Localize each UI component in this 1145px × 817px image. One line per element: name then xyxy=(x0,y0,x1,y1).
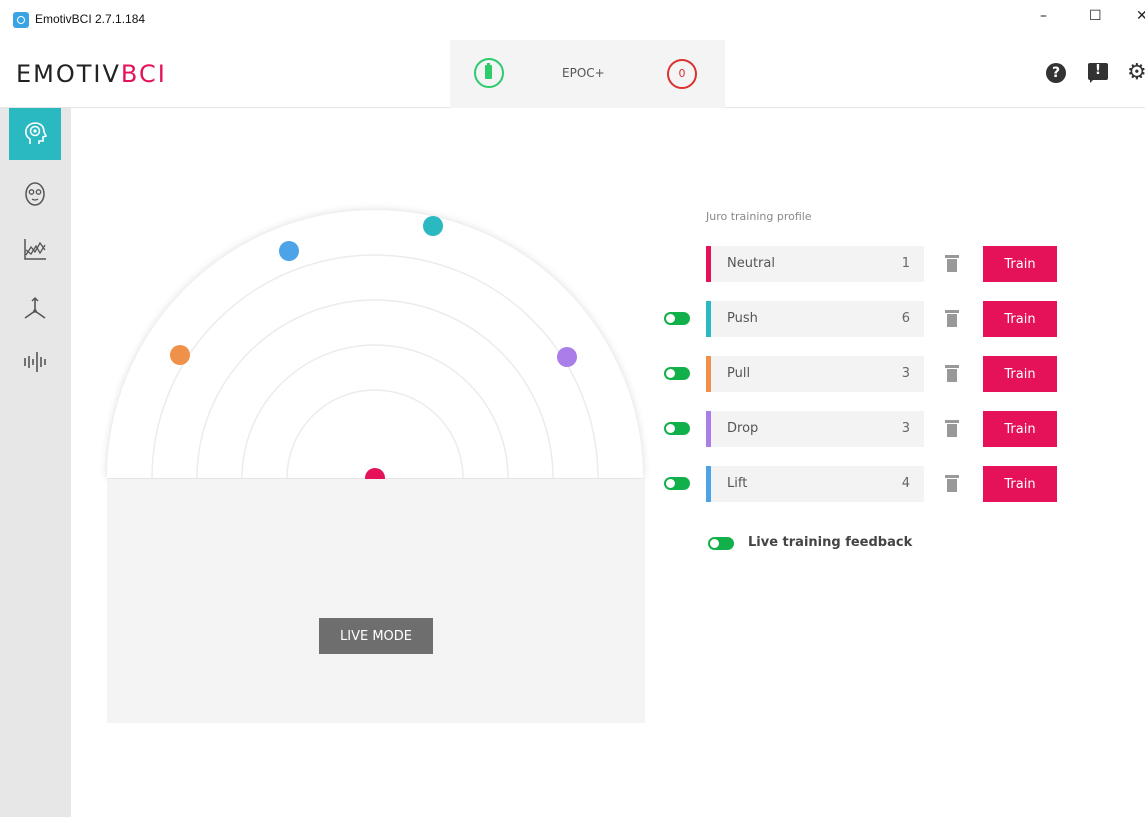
live-feedback-row: Live training feedback xyxy=(708,534,1008,554)
app-header: EMOTIVBCI EPOC+ 0 ? ⚙ xyxy=(0,40,1145,108)
sidebar xyxy=(0,108,71,817)
facial-expressions-icon xyxy=(25,182,45,206)
train-button-lift[interactable]: Train xyxy=(983,466,1057,502)
command-row-neutral: Neutral 1 Train xyxy=(660,246,1060,282)
command-row-pull: Pull 3 Train xyxy=(660,356,1060,392)
title-bar: EmotivBCI 2.7.1.184 – ☐ ✕ xyxy=(0,0,1145,40)
command-box: Push 6 xyxy=(706,301,924,337)
command-name: Neutral xyxy=(727,256,775,271)
window-title: EmotivBCI 2.7.1.184 xyxy=(35,12,146,26)
train-button-drop[interactable]: Train xyxy=(983,411,1057,447)
close-button[interactable]: ✕ xyxy=(1136,8,1145,24)
sidebar-item-motion-sensors[interactable] xyxy=(9,283,61,335)
live-mode-button[interactable]: LIVE MODE xyxy=(319,618,433,654)
train-button-neutral[interactable]: Train xyxy=(983,246,1057,282)
drop-toggle[interactable] xyxy=(664,422,690,435)
trash-icon[interactable] xyxy=(945,365,959,383)
sidebar-item-mental-commands[interactable] xyxy=(9,108,61,160)
mental-command-dial xyxy=(107,210,643,488)
lift-toggle[interactable] xyxy=(664,477,690,490)
sidebar-item-facial-expressions[interactable] xyxy=(9,168,61,220)
dial-base-edge xyxy=(107,479,645,491)
trash-icon[interactable] xyxy=(945,475,959,493)
emotiv-logo: EMOTIVBCI xyxy=(16,60,167,88)
device-panel[interactable]: EPOC+ 0 xyxy=(450,40,725,108)
lift-marker xyxy=(279,241,299,261)
train-button-pull[interactable]: Train xyxy=(983,356,1057,392)
motion-sensors-icon xyxy=(24,296,46,319)
command-count: 3 xyxy=(901,366,910,381)
command-box: Pull 3 xyxy=(706,356,924,392)
push-marker xyxy=(423,216,443,236)
trash-icon[interactable] xyxy=(945,420,959,438)
dial-background xyxy=(107,210,643,478)
trash-icon[interactable] xyxy=(945,310,959,328)
command-name: Drop xyxy=(727,421,759,436)
drop-marker xyxy=(557,347,577,367)
pull-toggle[interactable] xyxy=(664,367,690,380)
command-name: Pull xyxy=(727,366,751,381)
minimize-button[interactable]: – xyxy=(1040,8,1047,24)
maximize-button[interactable]: ☐ xyxy=(1089,8,1102,24)
device-name: EPOC+ xyxy=(562,66,605,80)
performance-metrics-icon xyxy=(24,239,46,260)
feedback-icon[interactable] xyxy=(1088,63,1108,83)
command-count: 3 xyxy=(901,421,910,436)
command-row-drop: Drop 3 Train xyxy=(660,411,1060,447)
live-mode-panel: LIVE MODE xyxy=(107,478,645,723)
live-feedback-label: Live training feedback xyxy=(748,535,913,550)
command-box: Neutral 1 xyxy=(706,246,924,282)
command-count: 6 xyxy=(901,311,910,326)
mental-commands-icon xyxy=(25,122,48,144)
command-row-push: Push 6 Train xyxy=(660,301,1060,337)
command-count: 4 xyxy=(901,476,910,491)
command-name: Lift xyxy=(727,476,748,491)
battery-icon xyxy=(474,58,504,88)
raw-eeg-icon xyxy=(24,352,46,372)
command-row-lift: Lift 4 Train xyxy=(660,466,1060,502)
pull-marker xyxy=(170,345,190,365)
settings-icon[interactable]: ⚙ xyxy=(1127,62,1145,84)
app-icon xyxy=(13,12,29,28)
train-button-push[interactable]: Train xyxy=(983,301,1057,337)
live-feedback-toggle[interactable] xyxy=(708,537,734,550)
command-box: Drop 3 xyxy=(706,411,924,447)
command-name: Push xyxy=(727,311,758,326)
trash-icon[interactable] xyxy=(945,255,959,273)
contact-quality-badge: 0 xyxy=(667,59,697,89)
push-toggle[interactable] xyxy=(664,312,690,325)
sidebar-item-performance-metrics[interactable] xyxy=(9,223,61,275)
command-count: 1 xyxy=(901,256,910,271)
profile-label: Juro training profile xyxy=(706,210,812,223)
help-icon[interactable]: ? xyxy=(1046,63,1066,83)
sidebar-item-raw-eeg[interactable] xyxy=(9,336,61,388)
command-box: Lift 4 xyxy=(706,466,924,502)
